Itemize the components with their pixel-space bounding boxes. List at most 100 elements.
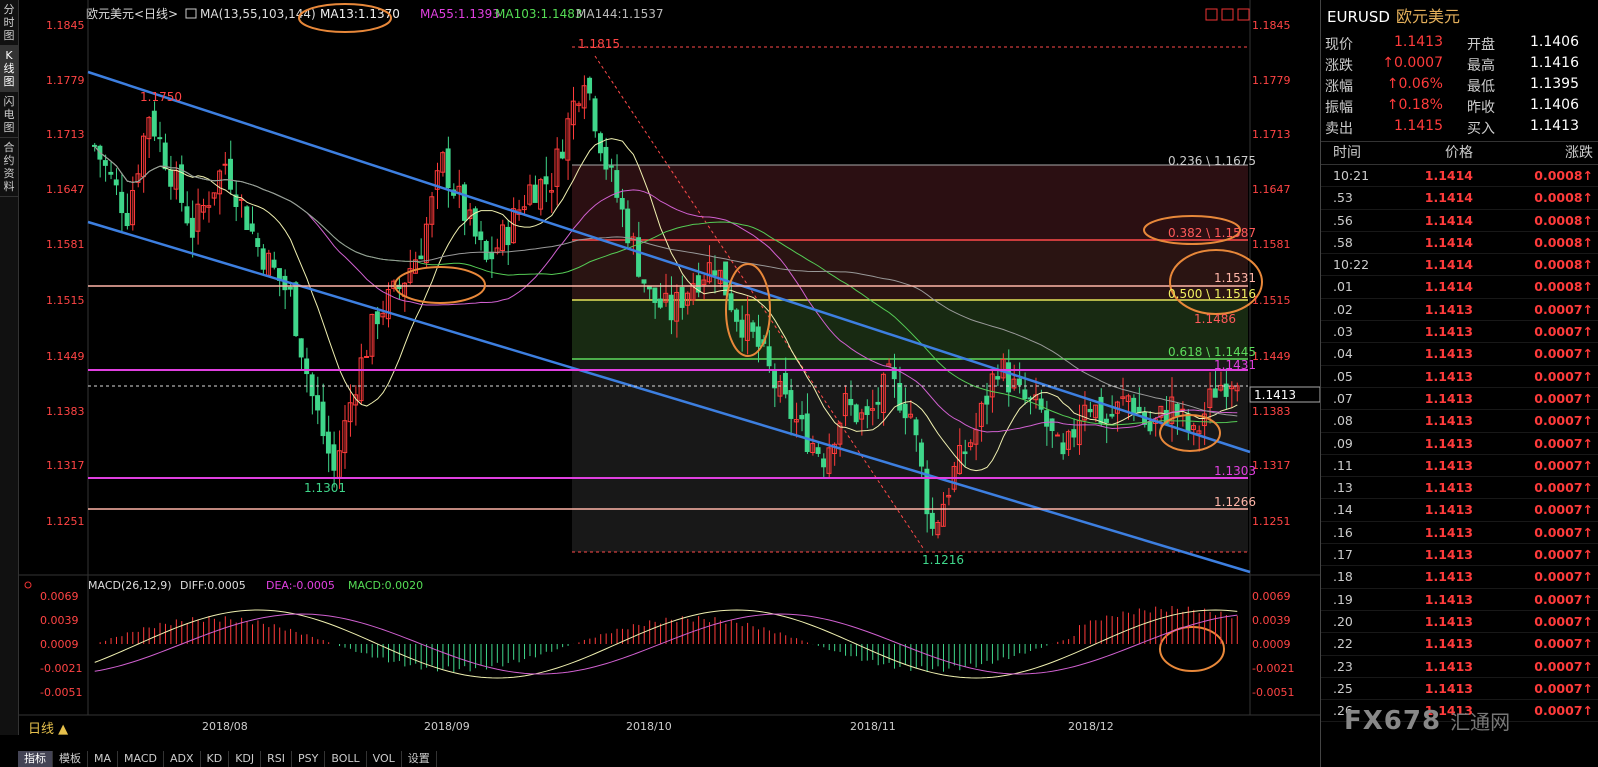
candle-body bbox=[815, 447, 821, 454]
tool-macd[interactable]: MACD bbox=[118, 751, 164, 767]
candle-body bbox=[559, 151, 565, 159]
tick-price: 1.1413 bbox=[1424, 502, 1473, 518]
maximize-icon[interactable] bbox=[1221, 8, 1234, 21]
tick-change: 0.0008↑ bbox=[1534, 234, 1593, 250]
tab-timeshare[interactable]: 分时图 bbox=[0, 0, 18, 46]
tab-flash[interactable]: 闪电图 bbox=[0, 92, 18, 138]
tab-kline[interactable]: K线图 bbox=[0, 46, 18, 92]
tool-adx[interactable]: ADX bbox=[164, 751, 201, 767]
tick-price: 1.1414 bbox=[1424, 257, 1473, 273]
candle-body bbox=[489, 251, 495, 260]
candle-body bbox=[897, 382, 903, 411]
tick-time: .18 bbox=[1333, 569, 1353, 585]
quote-row: 涨跌 ↑0.0007 最高 1.1416 bbox=[1321, 55, 1598, 76]
quote-panel: EURUSD 欧元美元 现价 1.1413 开盘 1.1406 涨跌 ↑0.0007 最高 1.… bbox=[1320, 0, 1598, 767]
tick-list[interactable]: 10:21 1.1414 0.0008↑ .53 1.1414 0.0008↑ .56 1.1… bbox=[1321, 165, 1598, 723]
candle-body bbox=[304, 358, 310, 375]
tab-contract-info[interactable]: 合约资料 bbox=[0, 138, 18, 197]
macd-tick: 0.0009 bbox=[1252, 638, 1291, 651]
tick-price: 1.1413 bbox=[1424, 368, 1473, 384]
tick-change: 0.0007↑ bbox=[1534, 435, 1593, 451]
price-tick: 1.1449 bbox=[1252, 350, 1291, 363]
tick-change: 0.0007↑ bbox=[1534, 413, 1593, 429]
macd-tick: 0.0039 bbox=[40, 614, 79, 627]
candle-body bbox=[331, 444, 337, 471]
tool-boll[interactable]: BOLL bbox=[325, 751, 367, 767]
tick-change: 0.0007↑ bbox=[1534, 680, 1593, 696]
tick-time: .07 bbox=[1333, 390, 1353, 406]
tick-row: .22 1.1413 0.0007↑ bbox=[1321, 633, 1598, 656]
left-view-tabs: 分时图 K线图 闪电图 合约资料 bbox=[0, 0, 19, 735]
candle-body bbox=[108, 171, 114, 175]
candle-body bbox=[788, 390, 794, 419]
tick-price: 1.1413 bbox=[1424, 390, 1473, 406]
macd-value: MACD:0.0020 bbox=[348, 579, 423, 592]
candle-body bbox=[995, 376, 1001, 380]
restore-icon[interactable] bbox=[1205, 8, 1218, 21]
quote-value: 1.1406 bbox=[1530, 97, 1579, 113]
tool-template[interactable]: 模板 bbox=[53, 751, 88, 767]
tick-change: 0.0007↑ bbox=[1534, 324, 1593, 340]
tick-time: .08 bbox=[1333, 413, 1353, 429]
macd-diff: DIFF:0.0005 bbox=[180, 579, 246, 592]
tool-indicator[interactable]: 指标 bbox=[18, 751, 53, 767]
tool-psy[interactable]: PSY bbox=[292, 751, 326, 767]
candle-body bbox=[168, 169, 174, 187]
date-tick: 2018/12 bbox=[1068, 720, 1114, 733]
candle-body bbox=[478, 231, 484, 241]
tick-time: .03 bbox=[1333, 324, 1353, 340]
tick-price: 1.1413 bbox=[1424, 324, 1473, 340]
highlight-ellipse bbox=[1159, 626, 1225, 672]
kline-chart[interactable]: 欧元美元<日线> MA(13,55,103,144) MA13:1.1370 M… bbox=[18, 0, 1320, 735]
quote-value: 1.1416 bbox=[1530, 55, 1579, 71]
tool-settings[interactable]: 设置 bbox=[402, 751, 437, 767]
tick-price: 1.1414 bbox=[1424, 168, 1473, 183]
tool-kd[interactable]: KD bbox=[201, 751, 230, 767]
tick-price: 1.1413 bbox=[1424, 680, 1473, 696]
tick-time: .56 bbox=[1333, 212, 1353, 228]
tick-time: 10:22 bbox=[1333, 257, 1370, 273]
candle-body bbox=[772, 369, 778, 389]
candle-body bbox=[782, 372, 788, 395]
candle-body bbox=[1174, 403, 1180, 417]
candle-body bbox=[1022, 389, 1028, 400]
candle-body bbox=[222, 163, 228, 166]
candle-body bbox=[102, 160, 108, 166]
tick-change: 0.0007↑ bbox=[1534, 457, 1593, 473]
tick-time: .09 bbox=[1333, 435, 1353, 451]
tool-kdj[interactable]: KDJ bbox=[229, 751, 262, 767]
candle-body bbox=[113, 179, 119, 186]
label-low-1216: 1.1216 bbox=[922, 553, 964, 567]
tick-price: 1.1414 bbox=[1424, 212, 1473, 228]
tool-rsi[interactable]: RSI bbox=[261, 751, 293, 767]
level-1486-label: 1.1486 bbox=[1194, 312, 1236, 326]
tool-vol[interactable]: VOL bbox=[367, 751, 402, 767]
tick-change: 0.0007↑ bbox=[1534, 502, 1593, 518]
tick-row: .07 1.1413 0.0007↑ bbox=[1321, 388, 1598, 411]
level-1266-label: 1.1266 bbox=[1214, 495, 1256, 509]
quote-row: 涨幅 ↑0.06% 最低 1.1395 bbox=[1321, 76, 1598, 97]
tick-time: .01 bbox=[1333, 279, 1353, 295]
tick-row: .09 1.1413 0.0007↑ bbox=[1321, 433, 1598, 455]
candle-body bbox=[293, 282, 299, 337]
price-tick: 1.1317 bbox=[46, 459, 85, 472]
price-tick: 1.1515 bbox=[1252, 294, 1291, 307]
candle-body bbox=[1044, 410, 1050, 427]
fib-zone-lower bbox=[572, 359, 1248, 552]
tick-row: .23 1.1413 0.0007↑ bbox=[1321, 656, 1598, 678]
tick-row: .02 1.1413 0.0007↑ bbox=[1321, 299, 1598, 322]
candle-body bbox=[532, 184, 538, 203]
candle-body bbox=[228, 158, 233, 190]
tool-ma[interactable]: MA bbox=[88, 751, 119, 767]
tick-price: 1.1413 bbox=[1424, 346, 1473, 362]
close-icon[interactable] bbox=[1237, 8, 1250, 21]
candle-body bbox=[750, 322, 756, 332]
macd-settings-icon[interactable] bbox=[24, 581, 32, 589]
price-tick: 1.1845 bbox=[46, 19, 85, 32]
symbol-name: 欧元美元 bbox=[1395, 7, 1460, 26]
tick-price: 1.1413 bbox=[1424, 413, 1473, 429]
macd-tick: 0.0069 bbox=[40, 590, 79, 603]
ma-settings-icon[interactable] bbox=[185, 8, 197, 19]
candle-body bbox=[679, 287, 685, 308]
price-tick: 1.1515 bbox=[46, 294, 85, 307]
